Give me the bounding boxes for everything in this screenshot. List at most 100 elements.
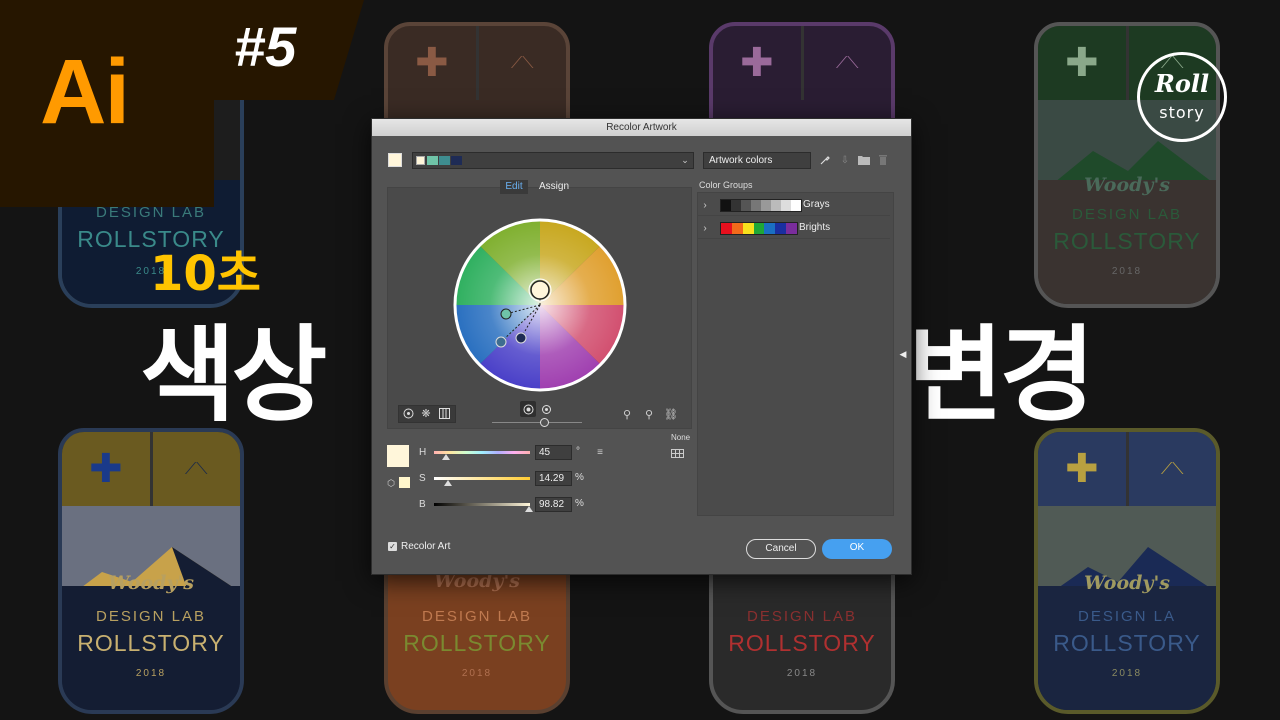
group-color-swatch: [781, 200, 791, 211]
brights-swatch-strip: [720, 222, 798, 235]
color-group-dropdown[interactable]: ⌄: [412, 152, 694, 169]
color-marker[interactable]: [500, 308, 512, 320]
current-color-swatch[interactable]: [388, 153, 402, 167]
group-color-swatch: [761, 200, 771, 211]
trash-icon[interactable]: [877, 154, 889, 166]
brightness-value-field[interactable]: 98.82: [535, 497, 572, 512]
group-swatch: [427, 156, 438, 165]
badge-lab-text: DESIGN LAB: [421, 608, 533, 625]
color-reduction-icon[interactable]: [670, 447, 686, 459]
chevron-down-icon[interactable]: ⌄: [679, 153, 691, 168]
hue-unit: °: [576, 446, 580, 457]
hue-slider-thumb[interactable]: [442, 454, 450, 460]
ok-button-label: OK: [849, 542, 865, 553]
web-safe-swatch[interactable]: [399, 477, 410, 488]
badge-woody-text: Woody's: [1084, 174, 1170, 196]
tab-assign-label: Assign: [538, 181, 569, 192]
saturation-value-field[interactable]: 14.29: [535, 471, 572, 486]
badge-year-text: 2018: [461, 668, 493, 679]
brightness-unit: %: [575, 498, 584, 509]
selected-color-large-swatch[interactable]: [387, 445, 409, 467]
color-bars-icon[interactable]: [436, 406, 452, 420]
saturation-unit: %: [575, 472, 584, 483]
recolor-artwork-dialog: Recolor Artwork ⌄ Artwork colors ⇩ Edit …: [371, 118, 912, 575]
badge-woody-text: Woody's: [1084, 572, 1170, 594]
hue-value: 45: [539, 447, 551, 458]
group-color-swatch: [786, 223, 798, 234]
cube-icon[interactable]: ⬡: [385, 477, 397, 489]
badge-year-text: 2018: [786, 668, 818, 679]
badge-navy-bottomright: ✚ ⟋⟍ Woody's DESIGN LA ROLLSTORY 2018: [1034, 428, 1220, 714]
badge-year-text: 2018: [135, 668, 167, 679]
h-label: H: [419, 447, 427, 458]
channel-logo-line1: Roll: [1154, 69, 1210, 98]
hue-value-field[interactable]: 45: [535, 445, 572, 460]
episode-number: #5: [234, 15, 297, 78]
brightness-value-slider-thumb[interactable]: [524, 506, 533, 512]
remove-color-tool-icon[interactable]: ⚲: [642, 407, 656, 421]
cancel-button[interactable]: Cancel: [746, 539, 816, 559]
none-label: None: [671, 433, 691, 442]
tab-edit[interactable]: Edit: [500, 180, 528, 194]
group-swatch: [439, 156, 450, 165]
group-color-swatch: [721, 223, 732, 234]
eyedropper-icon[interactable]: [818, 153, 832, 167]
channel-logo: Roll story: [1137, 52, 1227, 142]
group-swatch: [416, 156, 425, 165]
badge-rollstory-text: ROLLSTORY: [1053, 228, 1201, 254]
menu-icon[interactable]: ≡: [594, 447, 606, 458]
s-label: S: [419, 473, 426, 484]
badge-year-text: 2018: [1111, 668, 1143, 679]
group-color-swatch: [742, 223, 754, 234]
dialog-title: Recolor Artwork: [372, 119, 911, 136]
badge-rollstory-text: ROLLSTORY: [77, 630, 225, 656]
tab-edit-label: Edit: [505, 181, 523, 192]
badge-rollstory-text: ROLLSTORY: [1053, 630, 1201, 656]
group-color-swatch: [771, 200, 781, 211]
tab-assign[interactable]: Assign: [534, 180, 574, 194]
group-swatch: [451, 156, 462, 165]
badge-lab-text: DESIGN LAB: [95, 608, 207, 625]
color-group-row[interactable]: › Brights: [698, 218, 890, 239]
badge-lab-text: DESIGN LA: [1077, 608, 1177, 625]
base-color-marker[interactable]: [530, 280, 550, 300]
color-wheel[interactable]: [452, 217, 628, 393]
unlink-harmony-icon[interactable]: ⛓: [664, 407, 678, 421]
badge-rollstory-text: ROLLSTORY: [728, 630, 876, 656]
hue-brightness-icon[interactable]: [538, 401, 554, 417]
recolor-art-label: Recolor Art: [401, 541, 451, 552]
brightness-slider-track[interactable]: [492, 422, 582, 423]
color-group-row[interactable]: › Grays: [698, 195, 890, 216]
group-color-swatch: [764, 223, 776, 234]
segmented-wheel-icon[interactable]: ❋: [418, 406, 434, 420]
badge-lab-text: DESIGN LAB: [1071, 206, 1183, 223]
b-label: B: [419, 499, 426, 510]
color-marker[interactable]: [495, 336, 507, 348]
chevron-right-icon[interactable]: ›: [700, 221, 710, 235]
group-color-swatch: [731, 223, 743, 234]
group-color-swatch: [741, 200, 751, 211]
group-color-swatch: [791, 200, 801, 211]
brightness-slider[interactable]: [434, 503, 530, 506]
badge-rollstory-text: ROLLSTORY: [403, 630, 551, 656]
add-color-tool-icon[interactable]: ⚲: [620, 407, 634, 421]
ok-button[interactable]: OK: [822, 539, 892, 559]
brightness-slider-thumb[interactable]: [540, 418, 549, 427]
saturation-slider-thumb[interactable]: [443, 480, 452, 486]
folder-icon[interactable]: [857, 154, 871, 166]
saturation-brightness-icon[interactable]: [520, 401, 536, 417]
headline-left: 색상: [140, 314, 327, 436]
group-name-grays: Grays: [803, 199, 830, 210]
artwork-colors-field[interactable]: Artwork colors: [703, 152, 811, 169]
save-group-icon[interactable]: ⇩: [839, 154, 851, 166]
group-color-swatch: [753, 223, 765, 234]
smooth-wheel-icon[interactable]: [400, 406, 416, 420]
group-color-swatch: [775, 223, 787, 234]
collapse-panel-icon[interactable]: ◀: [899, 347, 907, 361]
color-groups-panel: [697, 192, 894, 516]
badge-yellow-bottomleft: ✚ ⟋⟍ Woody's DESIGN LAB ROLLSTORY 2018: [58, 428, 244, 714]
chevron-right-icon[interactable]: ›: [700, 198, 710, 212]
group-color-swatch: [721, 200, 731, 211]
recolor-art-checkbox[interactable]: ✓: [388, 542, 397, 551]
color-marker[interactable]: [515, 332, 527, 344]
